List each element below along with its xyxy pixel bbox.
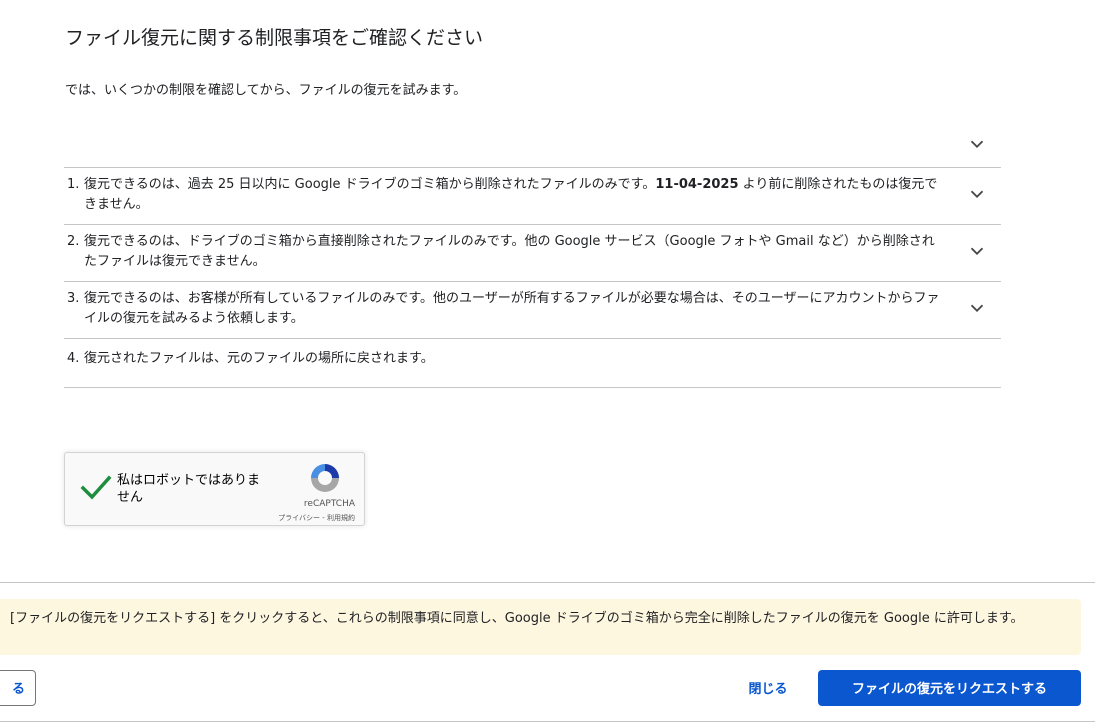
request-restore-button[interactable]: ファイルの復元をリクエストする (818, 670, 1081, 706)
intro-text: では、いくつかの制限を確認してから、ファイルの復元を試みます。 (65, 83, 467, 98)
recaptcha-terms-link[interactable]: プライバシー - 利用規約 (245, 513, 355, 523)
recaptcha-widget[interactable]: 私はロボットではありません reCAPTCHA プライバシー - 利用規約 (64, 452, 365, 526)
limit-item-4: 4. 復元されたファイルは、元のファイルの場所に戻されます。 (64, 338, 1001, 388)
limit-number: 2. (67, 234, 80, 249)
recaptcha-brand: reCAPTCHA (303, 499, 355, 509)
divider (0, 721, 1095, 722)
chevron-down-icon[interactable] (966, 297, 988, 319)
restore-limits-dialog: ファイル復元に関する制限事項をご確認ください では、いくつかの制限を確認してから… (0, 0, 1095, 727)
recaptcha-logo-icon (311, 464, 339, 492)
divider (0, 582, 1095, 583)
limit-text: 復元できるのは、ドライブのゴミ箱から直接削除されたファイルのみです。他の Goo… (84, 234, 935, 269)
close-button[interactable]: 閉じる (734, 670, 802, 706)
limit-number: 1. (67, 177, 80, 192)
chevron-down-icon[interactable] (966, 133, 988, 155)
chevron-down-icon[interactable] (966, 240, 988, 262)
limit-item-3[interactable]: 3. 復元できるのは、お客様が所有しているファイルのみです。他のユーザーが所有す… (64, 281, 1001, 338)
checkmark-icon[interactable] (80, 473, 112, 503)
limit-text: 復元できるのは、お客様が所有しているファイルのみです。他のユーザーが所有するファ… (84, 291, 940, 326)
consent-notice: [ファイルの復元をリクエストする] をクリックすると、これらの制限事項に同意し、… (0, 599, 1081, 655)
limit-number: 4. (67, 351, 80, 366)
limit-number: 3. (67, 291, 80, 306)
limit-item-1[interactable]: 1. 復元できるのは、過去 25 日以内に Google ドライブのゴミ箱から削… (64, 167, 1001, 224)
limit-text: 復元されたファイルは、元のファイルの場所に戻されます。 (84, 351, 434, 366)
secondary-button-partial[interactable]: る (0, 670, 36, 706)
limit-text: 復元できるのは、過去 25 日以内に Google ドライブのゴミ箱から削除され… (84, 177, 938, 212)
chevron-down-icon[interactable] (966, 183, 988, 205)
page-title: ファイル復元に関する制限事項をご確認ください (65, 27, 484, 49)
cutoff-date: 11-04-2025 (655, 177, 739, 192)
limit-item-2[interactable]: 2. 復元できるのは、ドライブのゴミ箱から直接削除されたファイルのみです。他の … (64, 224, 1001, 281)
recaptcha-label: 私はロボットではありません (117, 473, 261, 505)
limits-list: 1. 復元できるのは、過去 25 日以内に Google ドライブのゴミ箱から削… (64, 167, 1001, 388)
